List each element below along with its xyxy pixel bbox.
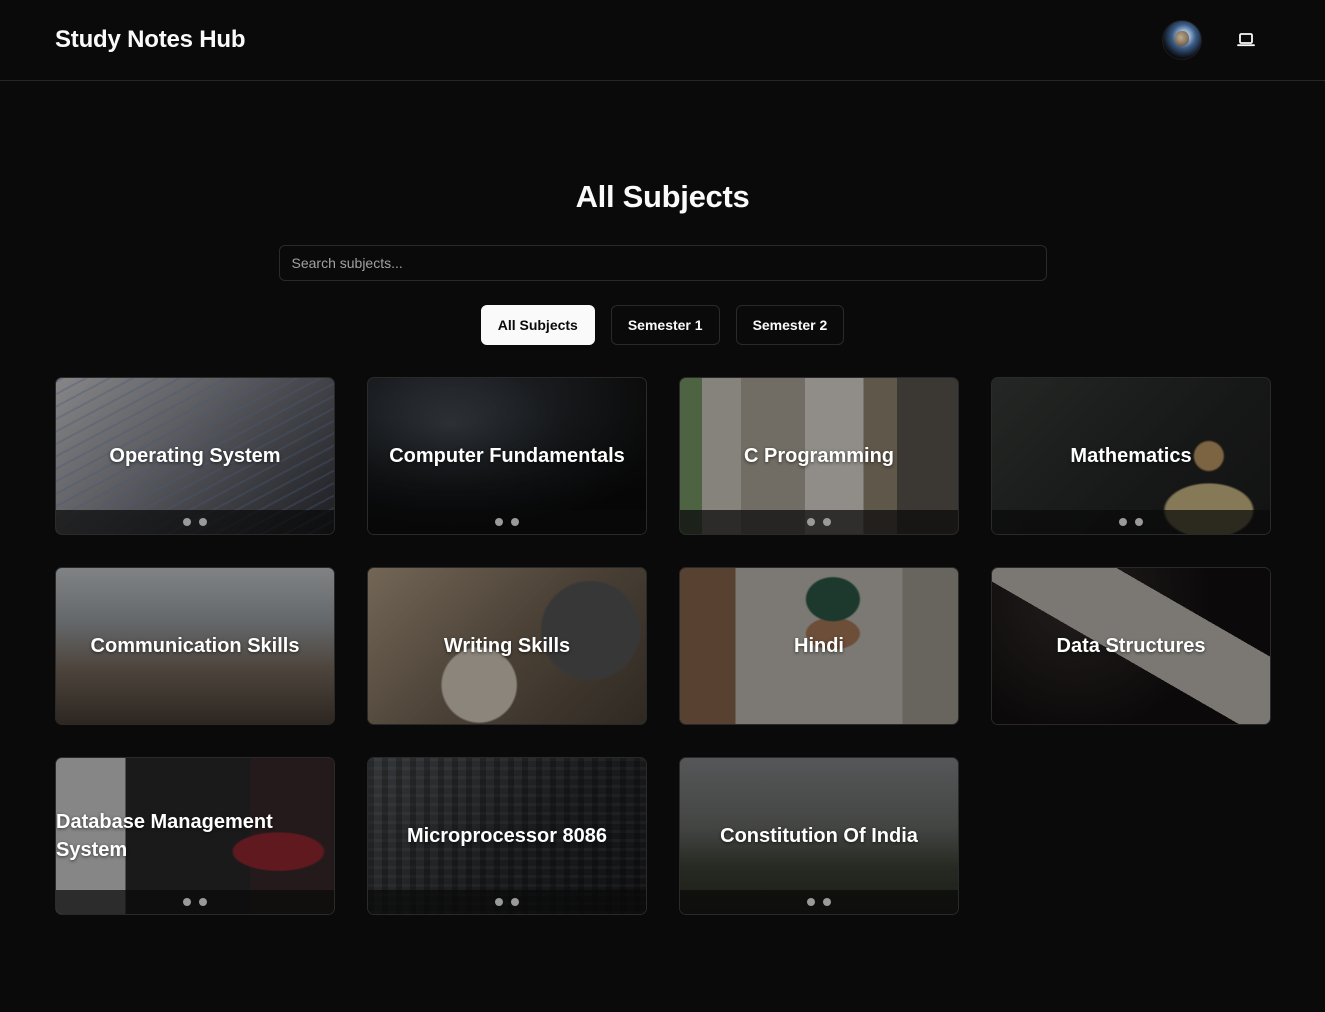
subject-card-database-management-system[interactable]: Database Management System	[55, 757, 335, 915]
carousel-dots	[680, 510, 958, 534]
subject-card-title: Writing Skills	[443, 635, 571, 657]
carousel-dot[interactable]	[199, 898, 207, 906]
carousel-dot[interactable]	[495, 898, 503, 906]
subject-card-title: Database Management System	[56, 811, 273, 861]
subject-card-title: Constitution Of India	[720, 825, 918, 847]
subject-card-hindi[interactable]: Hindi	[679, 567, 959, 725]
carousel-dots	[680, 890, 958, 914]
subject-card-c-programming[interactable]: C Programming	[679, 377, 959, 535]
subject-card-operating-system[interactable]: Operating System	[55, 377, 335, 535]
subject-card-constitution-of-india[interactable]: Constitution Of India	[679, 757, 959, 915]
carousel-dots	[56, 890, 334, 914]
filter-semester-2[interactable]: Semester 2	[735, 305, 845, 345]
search-input[interactable]	[278, 245, 1047, 281]
subject-card-title: Mathematics	[1070, 445, 1192, 467]
carousel-dots	[368, 510, 646, 534]
page-title: All Subjects	[575, 179, 750, 214]
carousel-dot[interactable]	[495, 518, 503, 526]
semester-filters: All Subjects Semester 1 Semester 2	[0, 305, 1325, 345]
carousel-dot[interactable]	[511, 518, 519, 526]
subjects-grid: Operating System Computer Fundamentals C P…	[0, 345, 1325, 915]
subject-card-mathematics[interactable]: Mathematics	[991, 377, 1271, 535]
filter-all-subjects[interactable]: All Subjects	[480, 305, 595, 345]
carousel-dot[interactable]	[807, 898, 815, 906]
subject-card-writing-skills[interactable]: Writing Skills	[367, 567, 647, 725]
subject-card-microprocessor-8086[interactable]: Microprocessor 8086	[367, 757, 647, 915]
carousel-dot[interactable]	[1135, 518, 1143, 526]
top-bar: Study Notes Hub	[0, 0, 1325, 81]
carousel-dot[interactable]	[807, 518, 815, 526]
subject-card-title: Data Structures	[1056, 635, 1206, 657]
brand-title[interactable]: Study Notes Hub	[55, 26, 246, 54]
carousel-dots	[368, 890, 646, 914]
globe-avatar-icon[interactable]	[1162, 20, 1202, 60]
carousel-dot[interactable]	[199, 518, 207, 526]
carousel-dot[interactable]	[183, 518, 191, 526]
laptop-icon[interactable]	[1228, 22, 1264, 58]
header-actions	[1162, 20, 1264, 60]
subject-card-data-structures[interactable]: Data Structures	[991, 567, 1271, 725]
carousel-dot[interactable]	[823, 898, 831, 906]
subject-card-title: C Programming	[743, 445, 895, 467]
laptop-icon-svg	[1237, 33, 1255, 47]
carousel-dot[interactable]	[1119, 518, 1127, 526]
subject-card-title: Microprocessor 8086	[406, 825, 608, 847]
carousel-dot[interactable]	[823, 518, 831, 526]
main-content: All Subjects All Subjects Semester 1 Semes…	[0, 81, 1325, 915]
subject-card-title: Hindi	[794, 635, 844, 657]
carousel-dot[interactable]	[511, 898, 519, 906]
subject-card-title: Operating System	[109, 445, 281, 467]
subject-card-title: Computer Fundamentals	[389, 445, 625, 467]
search-wrap	[0, 245, 1325, 281]
subject-card-communication-skills[interactable]: Communication Skills	[55, 567, 335, 725]
subject-card-title: Communication Skills	[90, 635, 300, 657]
carousel-dots	[56, 510, 334, 534]
carousel-dots	[992, 510, 1270, 534]
subject-card-computer-fundamentals[interactable]: Computer Fundamentals	[367, 377, 647, 535]
filter-semester-1[interactable]: Semester 1	[610, 305, 720, 345]
carousel-dot[interactable]	[183, 898, 191, 906]
